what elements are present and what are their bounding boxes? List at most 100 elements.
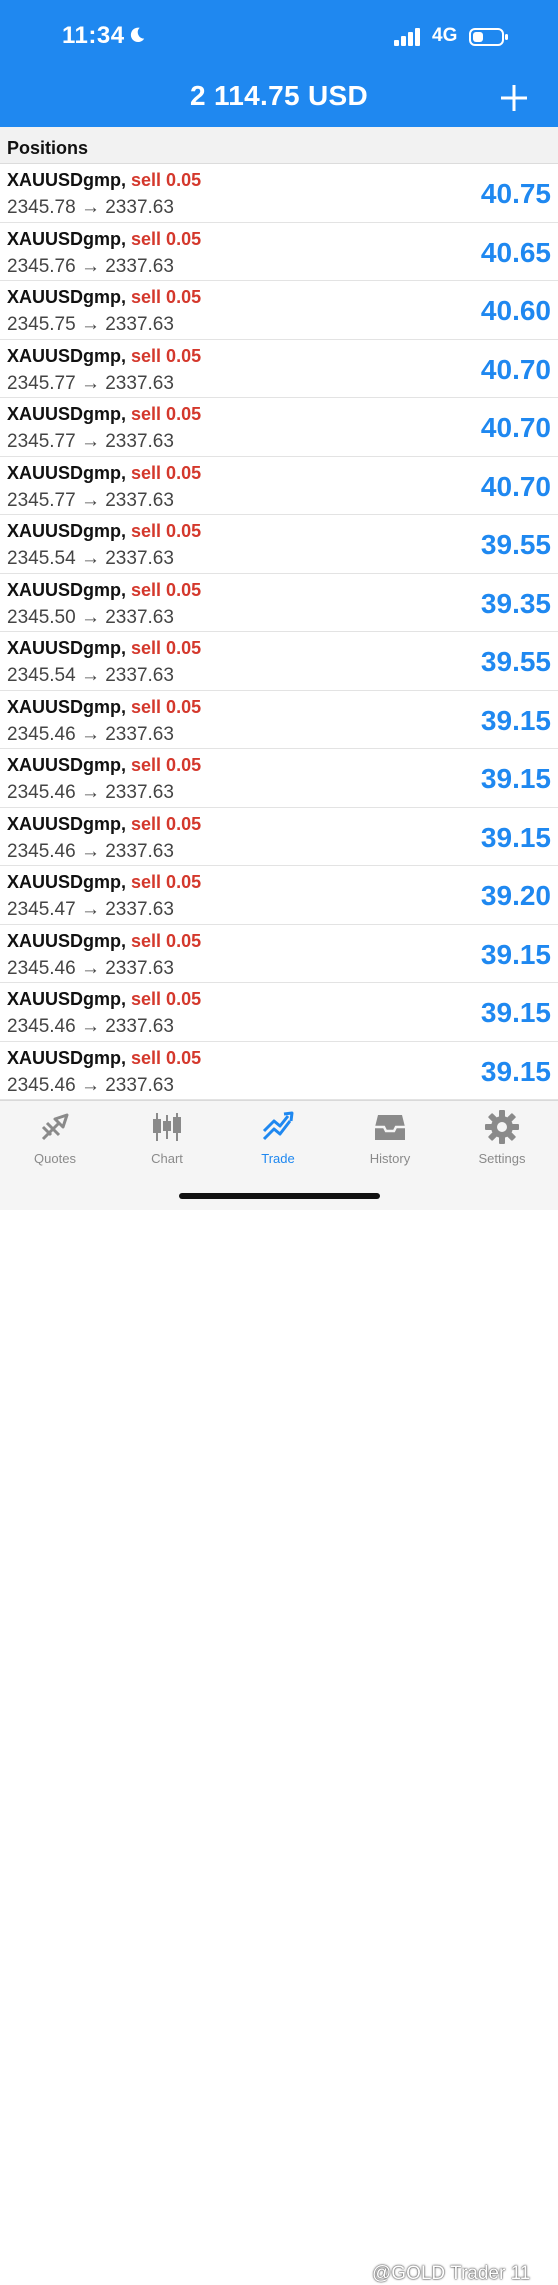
position-prices: 2345.46 → 2337.63 [7,723,174,745]
position-row[interactable]: XAUUSDgmp, sell 0.05 2345.77 → 2337.63 40.… [0,339,558,398]
position-symbol: XAUUSDgmp, [7,462,127,483]
position-title: XAUUSDgmp, sell 0.05 [7,580,201,601]
position-profit: 40.60 [480,295,551,326]
position-profit: 39.15 [480,1055,551,1087]
position-prices: 2345.77 → 2337.63 [7,372,174,394]
position-title: XAUUSDgmp, sell 0.05 [7,872,201,893]
position-row[interactable]: XAUUSDgmp, sell 0.05 2345.46 → 2337.63 39.… [0,690,558,749]
position-row[interactable]: XAUUSDgmp, sell 0.05 2345.46 → 2337.63 39.… [0,924,558,983]
position-row[interactable]: XAUUSDgmp, sell 0.05 2345.54 → 2337.63 39.… [0,515,558,574]
position-row[interactable]: XAUUSDgmp, sell 0.05 2345.46 → 2337.63 39.… [0,1041,558,1100]
position-symbol: XAUUSDgmp, [7,813,127,834]
position-symbol: XAUUSDgmp, [7,287,127,307]
position-prices: 2345.46 → 2337.63 [7,840,174,862]
position-row[interactable]: XAUUSDgmp, sell 0.05 2345.46 → 2337.63 39.… [0,807,558,866]
position-title: XAUUSDgmp, sell 0.05 [7,989,201,1010]
position-side: sell 0.05 [131,872,202,892]
position-prices: 2345.46 → 2337.63 [7,782,174,803]
tab-history[interactable]: History [340,1109,440,1171]
app-header: 11:34 4G 2 114.75 USD [0,0,558,127]
candlestick-chart-icon [153,1113,181,1141]
position-title: XAUUSDgmp, sell 0.05 [7,463,201,484]
tab-label: Chart [151,1151,183,1166]
moon-icon [130,27,145,43]
position-symbol: XAUUSDgmp, [7,228,127,249]
position-symbol: XAUUSDgmp, [7,1047,127,1068]
quotes-icon [41,1113,69,1141]
tab-chart[interactable]: Chart [117,1109,217,1171]
position-row[interactable]: XAUUSDgmp, sell 0.05 2345.77 → 2337.63 40.… [0,398,558,457]
position-side: sell 0.05 [131,170,202,190]
position-title: XAUUSDgmp, sell 0.05 [7,404,201,425]
position-row[interactable]: XAUUSDgmp, sell 0.05 2345.75 → 2337.63 40.… [0,281,558,340]
position-prices: 2345.76 → 2337.63 [7,255,174,277]
position-title: XAUUSDgmp, sell 0.05 [7,931,201,952]
position-profit: 40.65 [480,236,551,268]
tab-trade[interactable]: Trade [228,1109,328,1171]
tab-label: Trade [261,1151,295,1166]
position-title: XAUUSDgmp, sell 0.05 [7,229,201,250]
position-profit: 40.75 [480,178,551,209]
position-side: sell 0.05 [131,462,202,483]
positions-list: XAUUSDgmp, sell 0.05 2345.78 → 2337.63 40.… [0,164,558,1100]
position-title: XAUUSDgmp, sell 0.05 [7,287,201,308]
add-order-button[interactable] [496,80,532,116]
position-side: sell 0.05 [131,755,202,775]
position-row[interactable]: XAUUSDgmp, sell 0.05 2345.77 → 2337.63 40.… [0,456,558,515]
position-row[interactable]: XAUUSDgmp, sell 0.05 2345.50 → 2337.63 39.… [0,573,558,632]
position-profit: 40.70 [480,470,551,502]
position-profit: 39.15 [480,938,551,970]
tab-settings[interactable]: Settings [452,1109,552,1171]
position-symbol: XAUUSDgmp, [7,872,127,892]
position-side: sell 0.05 [131,345,202,366]
position-side: sell 0.05 [131,638,202,658]
position-prices: 2345.54 → 2337.63 [7,665,174,686]
position-row[interactable]: XAUUSDgmp, sell 0.05 2345.47 → 2337.63 39.… [0,866,558,925]
position-row[interactable]: XAUUSDgmp, sell 0.05 2345.78 → 2337.63 40.… [0,164,558,223]
position-symbol: XAUUSDgmp, [7,345,127,366]
position-profit: 39.15 [480,821,551,853]
position-profit: 39.35 [480,587,551,619]
position-row[interactable]: XAUUSDgmp, sell 0.05 2345.54 → 2337.63 39.… [0,632,558,691]
position-profit: 40.70 [480,412,551,443]
position-side: sell 0.05 [131,696,202,717]
section-title: Positions [7,138,89,158]
position-profit: 39.55 [480,646,551,677]
position-prices: 2345.78 → 2337.63 [7,197,174,218]
position-side: sell 0.05 [131,1047,202,1068]
position-row[interactable]: XAUUSDgmp, sell 0.05 2345.46 → 2337.63 39.… [0,983,558,1042]
status-time: 11:34 [62,22,125,49]
position-row[interactable]: XAUUSDgmp, sell 0.05 2345.76 → 2337.63 40.… [0,222,558,281]
position-prices: 2345.46 → 2337.63 [7,1016,174,1037]
position-profit: 40.70 [480,353,551,385]
position-symbol: XAUUSDgmp, [7,989,127,1009]
trade-trend-icon [262,1111,294,1141]
position-title: XAUUSDgmp, sell 0.05 [7,170,201,191]
position-profit: 39.15 [480,704,551,736]
position-prices: 2345.46 → 2337.63 [7,957,174,979]
position-profit: 39.55 [480,529,551,560]
position-profit: 39.20 [480,880,551,911]
position-title: XAUUSDgmp, sell 0.05 [7,697,201,718]
home-indicator [179,1193,380,1199]
position-prices: 2345.77 → 2337.63 [7,431,174,452]
battery-icon [469,28,508,46]
position-prices: 2345.77 → 2337.63 [7,489,174,511]
position-symbol: XAUUSDgmp, [7,521,127,541]
position-side: sell 0.05 [131,813,202,834]
position-prices: 2345.46 → 2337.63 [7,1074,174,1096]
position-symbol: XAUUSDgmp, [7,170,127,190]
position-row[interactable]: XAUUSDgmp, sell 0.05 2345.46 → 2337.63 39.… [0,749,558,808]
history-inbox-icon [375,1115,405,1140]
gear-icon [485,1110,519,1144]
network-type-label: 4G [432,25,458,46]
position-symbol: XAUUSDgmp, [7,579,127,600]
position-prices: 2345.47 → 2337.63 [7,899,174,920]
plus-icon [501,85,527,111]
position-side: sell 0.05 [131,989,202,1009]
position-profit: 39.15 [480,763,551,794]
tab-quotes[interactable]: Quotes [5,1109,105,1171]
position-title: XAUUSDgmp, sell 0.05 [7,521,201,542]
account-balance: 2 114.75 USD [190,80,368,111]
position-symbol: XAUUSDgmp, [7,638,127,658]
